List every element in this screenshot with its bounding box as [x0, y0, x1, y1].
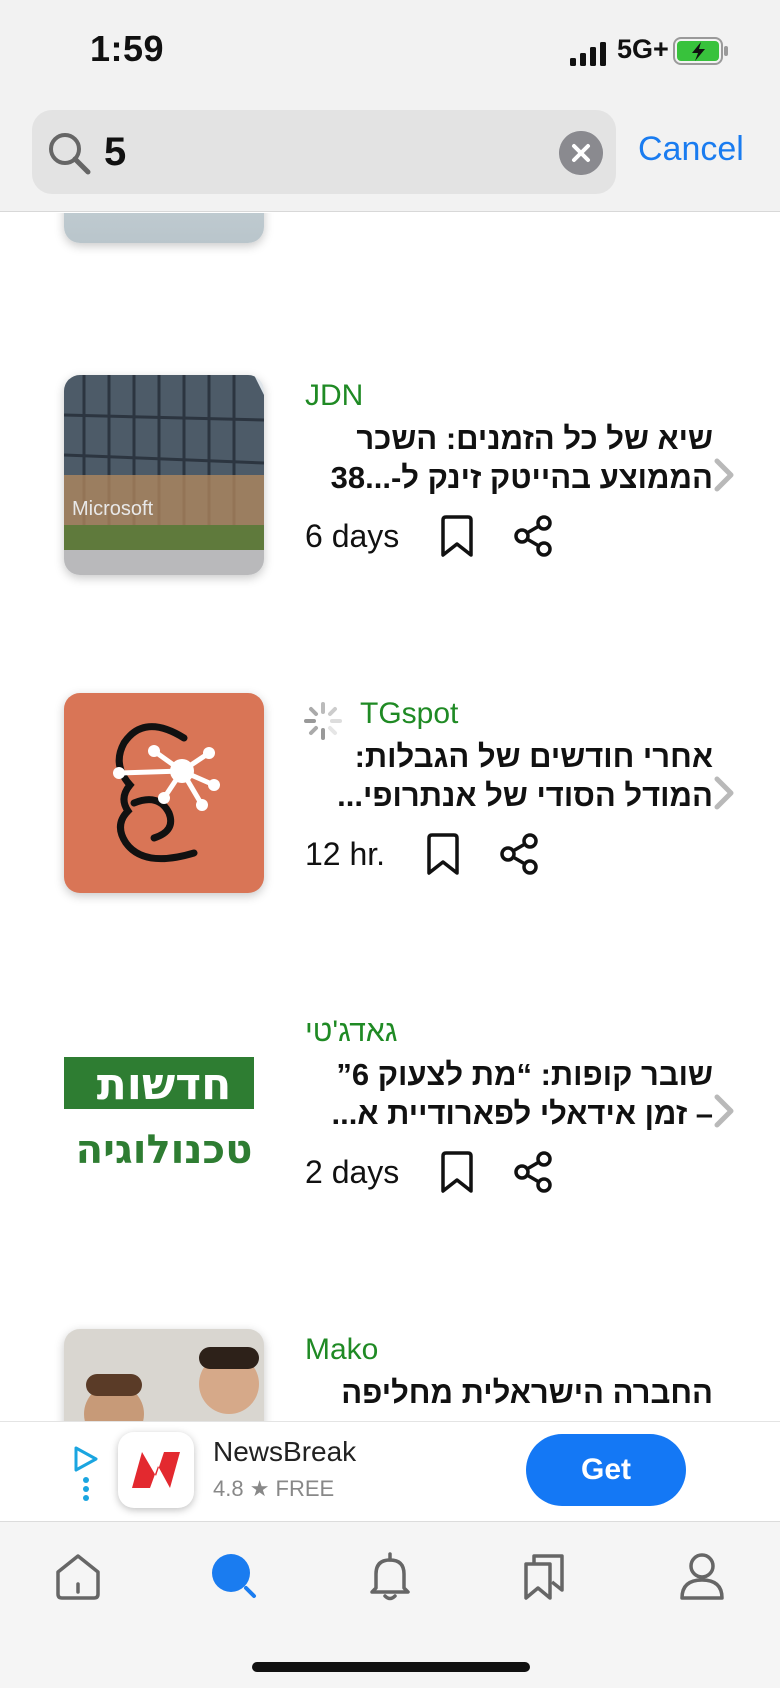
news-source[interactable]: JDN — [305, 379, 363, 413]
status-time: 1:59 — [90, 28, 165, 69]
news-headline[interactable]: אחרי חודשים של הגבלות: המודל הסודי של אנ… — [305, 737, 713, 815]
bell-icon[interactable] — [362, 1548, 418, 1604]
news-item-partial[interactable] — [0, 213, 780, 303]
share-icon[interactable] — [513, 1150, 553, 1194]
get-button[interactable]: Get — [526, 1434, 686, 1506]
search-box[interactable] — [32, 110, 616, 194]
bookmarks-icon[interactable] — [518, 1548, 574, 1604]
app-icon[interactable] — [118, 1432, 194, 1508]
ad-banner[interactable]: NewsBreak 4.8 ★ FREE Get — [0, 1421, 780, 1521]
news-item[interactable]: Microsoft JDN שיא של כל הזמנים: השכר הממ… — [0, 375, 780, 635]
chevron-right-icon[interactable] — [712, 775, 736, 811]
tab-bar — [0, 1521, 780, 1688]
news-source[interactable]: TGspot — [360, 697, 458, 731]
search-icon — [49, 133, 91, 175]
chevron-right-icon[interactable] — [712, 457, 736, 493]
news-headline[interactable]: החברה הישראלית מחליפה — [305, 1373, 713, 1412]
bookmark-icon[interactable] — [437, 514, 477, 558]
news-time: 12 hr. — [305, 835, 386, 872]
news-meta: 6 days — [305, 511, 553, 561]
news-thumbnail: חדשות טכנולוגיה — [64, 1011, 264, 1211]
share-icon[interactable] — [513, 514, 553, 558]
battery-icon — [673, 37, 728, 65]
svg-text:טכנולוגיה: טכנולוגיה — [76, 1127, 253, 1173]
cancel-button[interactable]: Cancel — [638, 130, 744, 169]
loading-spinner-icon — [304, 702, 342, 740]
news-source[interactable]: גאדג'טי — [305, 1015, 397, 1049]
profile-icon[interactable] — [674, 1548, 730, 1604]
news-thumbnail — [64, 213, 264, 243]
signal-icon — [570, 42, 606, 66]
bookmark-icon[interactable] — [437, 1150, 477, 1194]
chevron-right-icon[interactable] — [712, 1093, 736, 1129]
ad-choices-icon[interactable] — [72, 1444, 100, 1504]
news-thumbnail — [64, 1329, 264, 1421]
news-feed[interactable]: Microsoft JDN שיא של כל הזמנים: השכר הממ… — [0, 213, 780, 1421]
tech-news-logo-image: חדשות טכנולוגיה — [64, 1057, 254, 1173]
search-header: Cancel — [0, 104, 780, 212]
news-time: 2 days — [305, 1153, 400, 1190]
news-item[interactable]: Mako החברה הישראלית מחליפה — [0, 1329, 780, 1421]
two-men-photo-image — [84, 1347, 259, 1421]
news-time: 6 days — [305, 517, 400, 554]
news-item[interactable]: TGspot אחרי חודשים של הגבלות: המודל הסוד… — [0, 693, 780, 953]
news-item[interactable]: חדשות טכנולוגיה גאדג'טי שובר קופות: “מת … — [0, 1011, 780, 1271]
clear-search-icon[interactable] — [559, 131, 603, 175]
news-headline[interactable]: שובר קופות: “מת לצעוק 6” – זמן אידאלי לפ… — [305, 1055, 713, 1133]
news-meta: 12 hr. — [305, 829, 539, 879]
svg-text:Microsoft: Microsoft — [72, 498, 154, 520]
share-icon[interactable] — [499, 832, 539, 876]
news-headline[interactable]: שיא של כל הזמנים: השכר הממוצע בהייטק זינ… — [305, 419, 713, 497]
bookmark-icon[interactable] — [423, 832, 463, 876]
home-icon[interactable] — [50, 1548, 106, 1604]
news-thumbnail — [64, 693, 264, 893]
home-indicator — [252, 1662, 530, 1672]
network-label: 5G+ — [617, 34, 669, 64]
news-meta: 2 days — [305, 1147, 553, 1197]
status-bar: 1:59 5G+ — [0, 0, 780, 104]
app-name: NewsBreak — [213, 1436, 357, 1467]
newsbreak-logo-icon — [132, 1452, 180, 1488]
app-rating: 4.8 ★ FREE — [213, 1476, 335, 1501]
search-icon[interactable] — [206, 1548, 262, 1604]
news-source[interactable]: Mako — [305, 1333, 378, 1367]
ai-head-logo-image — [113, 723, 220, 863]
news-thumbnail: Microsoft — [64, 375, 264, 575]
svg-text:חדשות: חדשות — [97, 1059, 232, 1110]
search-input[interactable] — [104, 124, 524, 180]
office-building-image: Microsoft — [64, 375, 264, 575]
